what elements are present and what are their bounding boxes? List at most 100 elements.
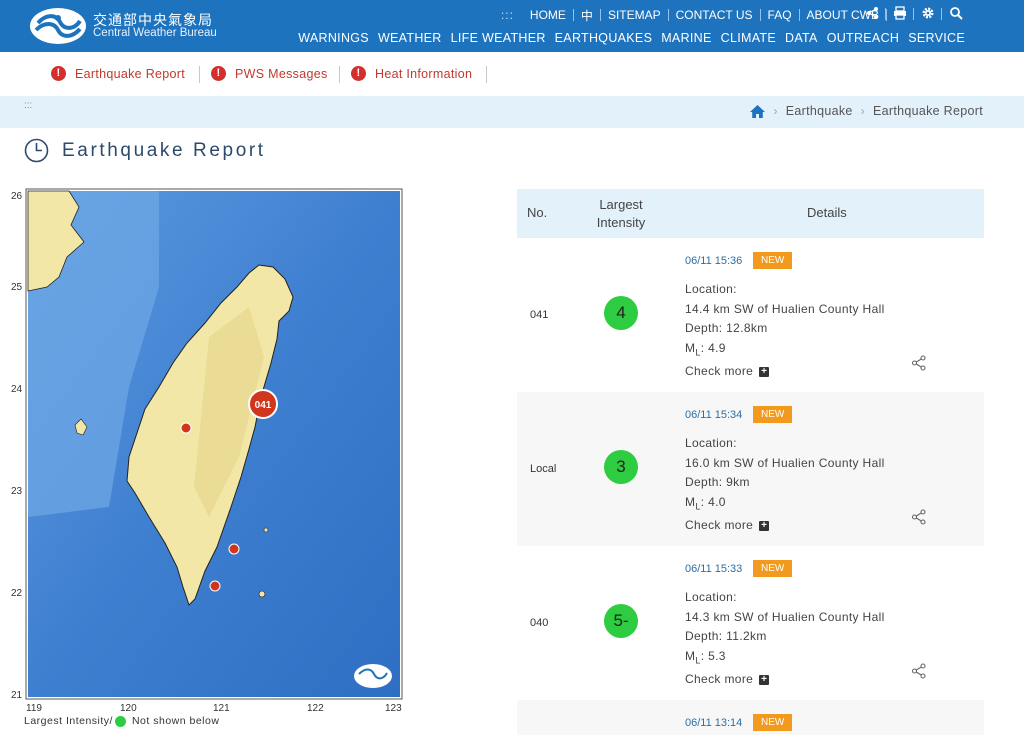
alert-icon: !: [51, 66, 66, 81]
event-time: 06/11 15:36: [685, 255, 743, 267]
table-row[interactable]: 041 4 06/11 15:36 NEW Location: 14.4 km …: [517, 238, 984, 392]
table-row[interactable]: 040 5- 06/11 15:33 NEW Location: 14.3 km…: [517, 546, 984, 700]
alert-icon: !: [351, 66, 366, 81]
accesskey-dots[interactable]: :::: [501, 8, 514, 22]
green-dot-icon: [114, 715, 126, 727]
new-badge: NEW: [753, 252, 793, 269]
subnav-earthquake-report[interactable]: ! Earthquake Report: [51, 66, 185, 81]
share-icon[interactable]: [911, 509, 927, 525]
row-number: 040: [530, 617, 549, 629]
check-more-link[interactable]: Check more +: [685, 516, 885, 536]
breadcrumb-earthquake-report[interactable]: Earthquake Report: [873, 104, 983, 118]
top-link-chinese[interactable]: 中: [581, 7, 593, 24]
table-header: No. Largest Intensity Details: [517, 189, 984, 238]
location-value: 14.3 km SW of Hualien County Hall: [685, 609, 885, 624]
intensity-badge: 3: [604, 450, 638, 484]
depth-label: Depth:: [685, 321, 723, 335]
share-icon[interactable]: [911, 355, 927, 371]
breadcrumb-earthquake[interactable]: Earthquake: [786, 104, 853, 118]
search-icon[interactable]: [949, 6, 963, 20]
plus-icon: +: [759, 366, 770, 378]
event-time: 06/11 13:14: [685, 717, 743, 729]
clock-icon: [24, 138, 49, 163]
location-label: Location:: [685, 282, 737, 296]
row-number: 041: [530, 309, 549, 321]
marker-label: 041: [255, 400, 272, 411]
depth-value: 9km: [726, 475, 750, 489]
nav-weather[interactable]: WEATHER: [378, 31, 442, 45]
check-more-label: Check more: [685, 518, 754, 533]
location-value: 16.0 km SW of Hualien County Hall: [685, 455, 885, 470]
nav-life-weather[interactable]: LIFE WEATHER: [451, 31, 546, 45]
event-time: 06/11 15:34: [685, 409, 743, 421]
divider: [886, 9, 887, 21]
epicenter-marker[interactable]: [209, 580, 221, 592]
print-icon[interactable]: [893, 6, 907, 20]
divider: [339, 66, 340, 83]
nav-warnings[interactable]: WARNINGS: [298, 31, 369, 45]
accesskey-dots[interactable]: :::: [24, 100, 32, 111]
x-tick-label: 121: [213, 703, 230, 714]
subnav-label: PWS Messages: [235, 66, 328, 81]
nav-data[interactable]: DATA: [785, 31, 818, 45]
top-link-faq[interactable]: FAQ: [768, 8, 792, 22]
divider: [572, 9, 574, 21]
chevron-right-icon: ›: [773, 104, 778, 118]
location-label: Location:: [685, 590, 737, 604]
cwb-logo[interactable]: [30, 8, 86, 44]
event-details: Location: 16.0 km SW of Hualien County H…: [685, 434, 885, 536]
gear-icon[interactable]: [921, 6, 935, 20]
divider: [941, 8, 942, 20]
ml-label: M: [685, 494, 696, 509]
table-row[interactable]: 06/11 13:14 NEW: [517, 700, 984, 735]
nav-climate[interactable]: CLIMATE: [721, 31, 776, 45]
epicenter-marker[interactable]: [180, 422, 192, 434]
divider: [913, 8, 914, 20]
x-tick-label: 119: [26, 703, 42, 714]
ml-sub: L: [695, 654, 701, 665]
table-row[interactable]: Local 3 06/11 15:34 NEW Location: 16.0 k…: [517, 392, 984, 546]
y-tick-label: 23: [11, 486, 23, 497]
nav-marine[interactable]: MARINE: [661, 31, 711, 45]
share-icon[interactable]: [911, 663, 927, 679]
location-label: Location:: [685, 436, 737, 450]
x-tick-label: 120: [120, 703, 137, 714]
plus-icon: +: [759, 520, 770, 532]
page-title-text: Earthquake Report: [62, 139, 266, 161]
breadcrumb: › Earthquake › Earthquake Report: [750, 104, 983, 118]
event-time: 06/11 15:33: [685, 563, 743, 575]
nav-service[interactable]: SERVICE: [908, 31, 965, 45]
top-link-sitemap[interactable]: SITEMAP: [608, 8, 661, 22]
earthquake-map[interactable]: 041 26 25 24 23 22 21 119 120 121 122 12…: [9, 187, 409, 717]
check-more-label: Check more: [685, 672, 754, 687]
sub-nav: ! Earthquake Report ! PWS Messages ! Hea…: [0, 52, 1024, 96]
divider: [798, 9, 800, 21]
epicenter-marker[interactable]: [228, 543, 240, 555]
check-more-link[interactable]: Check more +: [685, 362, 885, 382]
intensity-badge: 4: [604, 296, 638, 330]
green-island: [258, 590, 266, 598]
top-nav: ::: HOME 中 SITEMAP CONTACT US FAQ ABOUT …: [501, 6, 894, 24]
new-badge: NEW: [753, 714, 793, 731]
event-details: Location: 14.4 km SW of Hualien County H…: [685, 280, 885, 382]
share-icon[interactable]: [866, 6, 880, 20]
check-more-link[interactable]: Check more +: [685, 670, 885, 690]
subnav-heat-information[interactable]: ! Heat Information: [351, 66, 472, 81]
divider: [486, 66, 487, 83]
subnav-label: Earthquake Report: [75, 66, 186, 81]
home-icon[interactable]: [750, 104, 766, 118]
top-link-contact[interactable]: CONTACT US: [676, 8, 753, 22]
nav-outreach[interactable]: OUTREACH: [827, 31, 900, 45]
depth-value: 12.8km: [726, 321, 768, 335]
subnav-pws-messages[interactable]: ! PWS Messages: [211, 66, 328, 81]
subnav-label: Heat Information: [375, 66, 473, 81]
depth-label: Depth:: [685, 475, 723, 489]
new-badge: NEW: [753, 406, 793, 423]
nav-earthquakes[interactable]: EARTHQUAKES: [555, 31, 653, 45]
new-badge: NEW: [753, 560, 793, 577]
ml-label: M: [685, 648, 696, 663]
top-link-home[interactable]: HOME: [530, 8, 566, 22]
brand-name-en: Central Weather Bureau: [93, 27, 217, 39]
x-tick-label: 123: [385, 703, 402, 714]
map-legend: Largest Intensity/ Not shown below: [24, 715, 219, 727]
